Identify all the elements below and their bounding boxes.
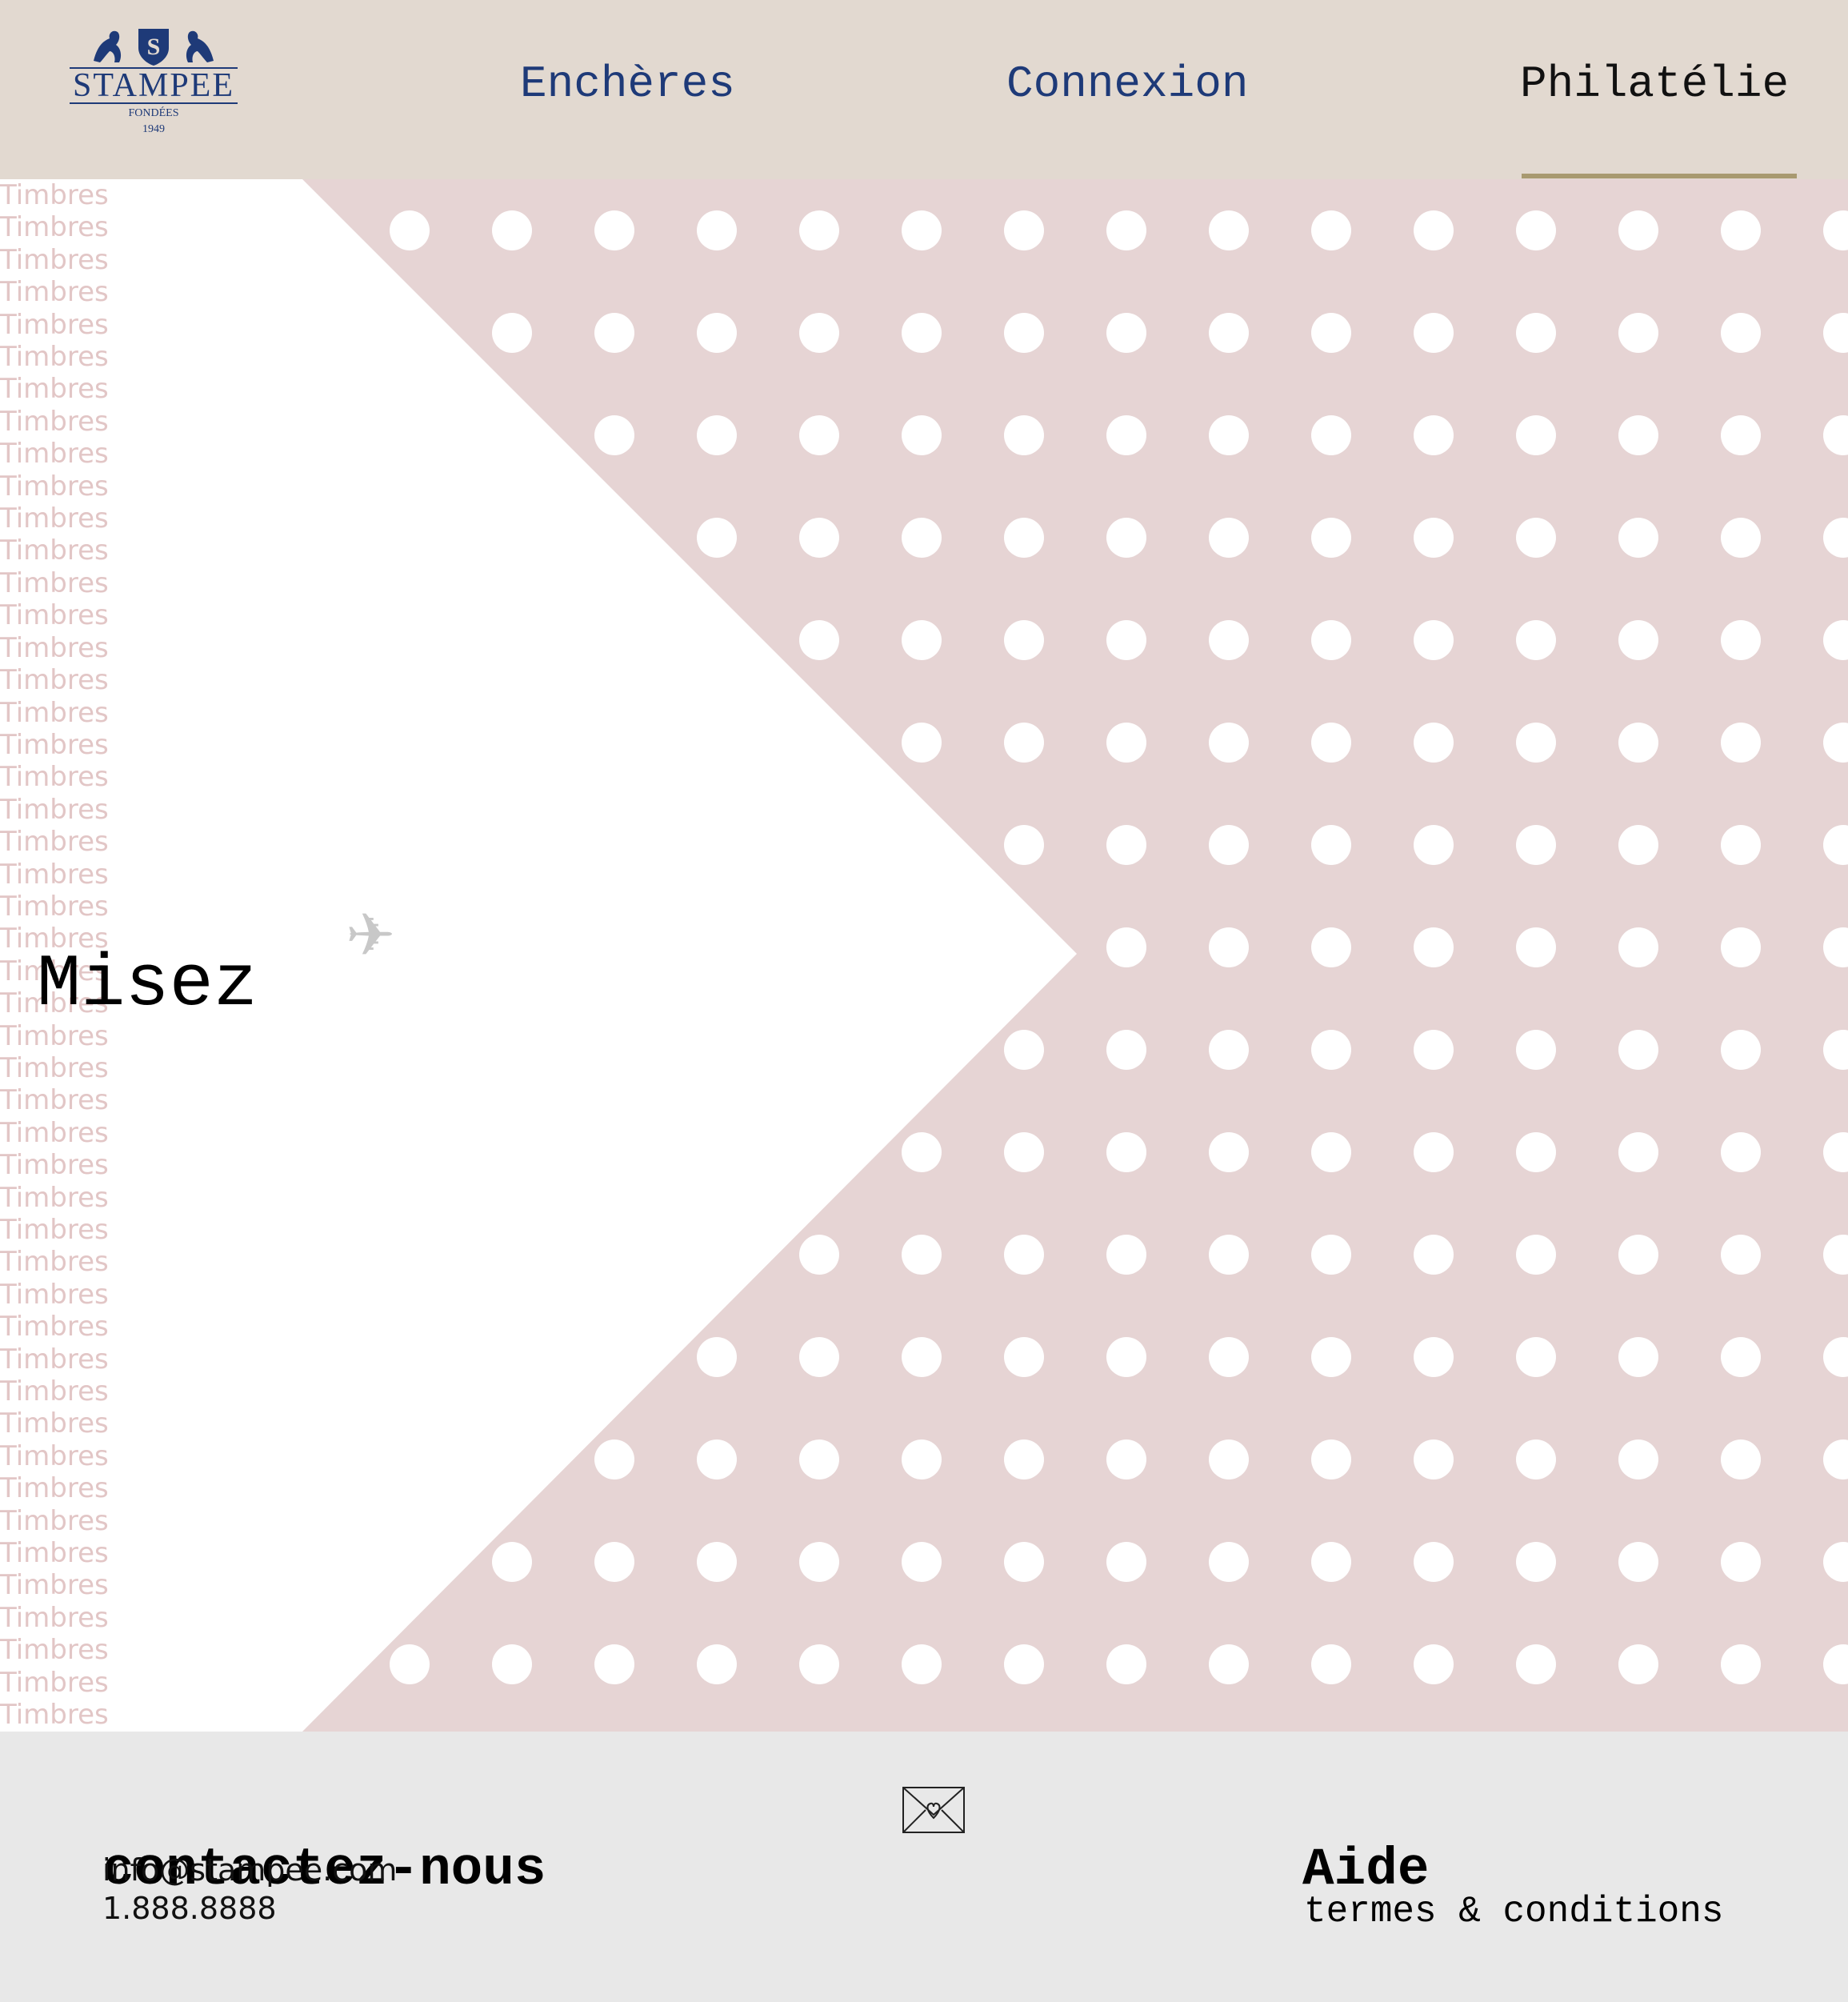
timbres-word: Timbres: [0, 1051, 109, 1084]
timbres-word: Timbres: [0, 890, 109, 923]
site-footer: contactez-nous info@stampee.com 1.888.88…: [0, 1732, 1848, 2002]
timbres-word: Timbres: [0, 1407, 109, 1440]
logo-year: 1949: [142, 123, 165, 135]
timbres-word: Timbres: [0, 1214, 109, 1246]
timbres-word: Timbres: [0, 1116, 109, 1149]
timbres-word: Timbres: [0, 761, 109, 794]
timbres-word: Timbres: [0, 631, 109, 664]
svg-text:S: S: [147, 34, 161, 60]
timbres-word: Timbres: [0, 1666, 109, 1699]
timbres-word: Timbres: [0, 728, 109, 761]
envelope-heart-icon[interactable]: [902, 1786, 966, 1834]
timbres-word: Timbres: [0, 1343, 109, 1375]
lion-crest-icon: S: [94, 29, 214, 66]
stampee-logo[interactable]: S STAMPEE FONDÉES 1949: [50, 24, 258, 140]
logo-tagline: FONDÉES: [128, 107, 179, 119]
timbres-word: Timbres: [0, 535, 109, 567]
timbres-word: Timbres: [0, 1246, 109, 1279]
contact-email-link[interactable]: info@stampee.com: [102, 1852, 397, 1888]
timbres-word: Timbres: [0, 599, 109, 632]
timbres-word: Timbres: [0, 1634, 109, 1667]
timbres-word: Timbres: [0, 1375, 109, 1408]
timbres-word: Timbres: [0, 567, 109, 599]
nav-link-encheres[interactable]: Enchères: [520, 58, 735, 110]
timbres-word: Timbres: [0, 1504, 109, 1537]
timbres-word: Timbres: [0, 211, 109, 244]
timbres-word: Timbres: [0, 1601, 109, 1634]
timbres-word: Timbres: [0, 1149, 109, 1182]
airplane-icon: ✈: [346, 901, 396, 970]
timbres-word: Timbres: [0, 1569, 109, 1602]
hero-headline: Misez: [37, 942, 258, 1027]
white-chevron-shape: [0, 179, 1077, 1732]
timbres-word: Timbres: [0, 179, 109, 211]
timbres-word: Timbres: [0, 243, 109, 276]
timbres-word: Timbres: [0, 793, 109, 826]
timbres-word: Timbres: [0, 858, 109, 891]
nav-link-connexion[interactable]: Connexion: [1006, 58, 1248, 110]
timbres-word: Timbres: [0, 1084, 109, 1117]
timbres-word: Timbres: [0, 1472, 109, 1505]
timbres-word: Timbres: [0, 696, 109, 729]
logo-wordmark: STAMPEE: [70, 67, 238, 104]
timbres-word: Timbres: [0, 438, 109, 470]
timbres-word: Timbres: [0, 503, 109, 535]
terms-link[interactable]: termes & conditions: [1304, 1890, 1724, 1933]
timbres-word: Timbres: [0, 1699, 109, 1732]
contact-phone-link[interactable]: 1.888.8888: [102, 1890, 277, 1927]
timbres-word: Timbres: [0, 1181, 109, 1214]
timbres-word: Timbres: [0, 470, 109, 503]
site-header: S STAMPEE FONDÉES 1949 Enchères Connexio…: [0, 0, 1848, 179]
nav-link-philatelie[interactable]: Philatélie: [1520, 58, 1789, 110]
timbres-word: Timbres: [0, 308, 109, 341]
timbres-word: Timbres: [0, 1439, 109, 1472]
hero-banner: Timbres Timbres Timbres Timbres Timbres Timbr…: [0, 179, 1848, 1732]
timbres-word: Timbres: [0, 373, 109, 406]
timbres-word: Timbres: [0, 1278, 109, 1311]
timbres-word: Timbres: [0, 1311, 109, 1343]
timbres-word: Timbres: [0, 276, 109, 309]
active-nav-indicator: [1522, 174, 1797, 178]
timbres-word: Timbres: [0, 341, 109, 374]
timbres-word: Timbres: [0, 826, 109, 859]
timbres-word: Timbres: [0, 405, 109, 438]
timbres-word: Timbres: [0, 664, 109, 697]
timbres-word: Timbres: [0, 1537, 109, 1570]
